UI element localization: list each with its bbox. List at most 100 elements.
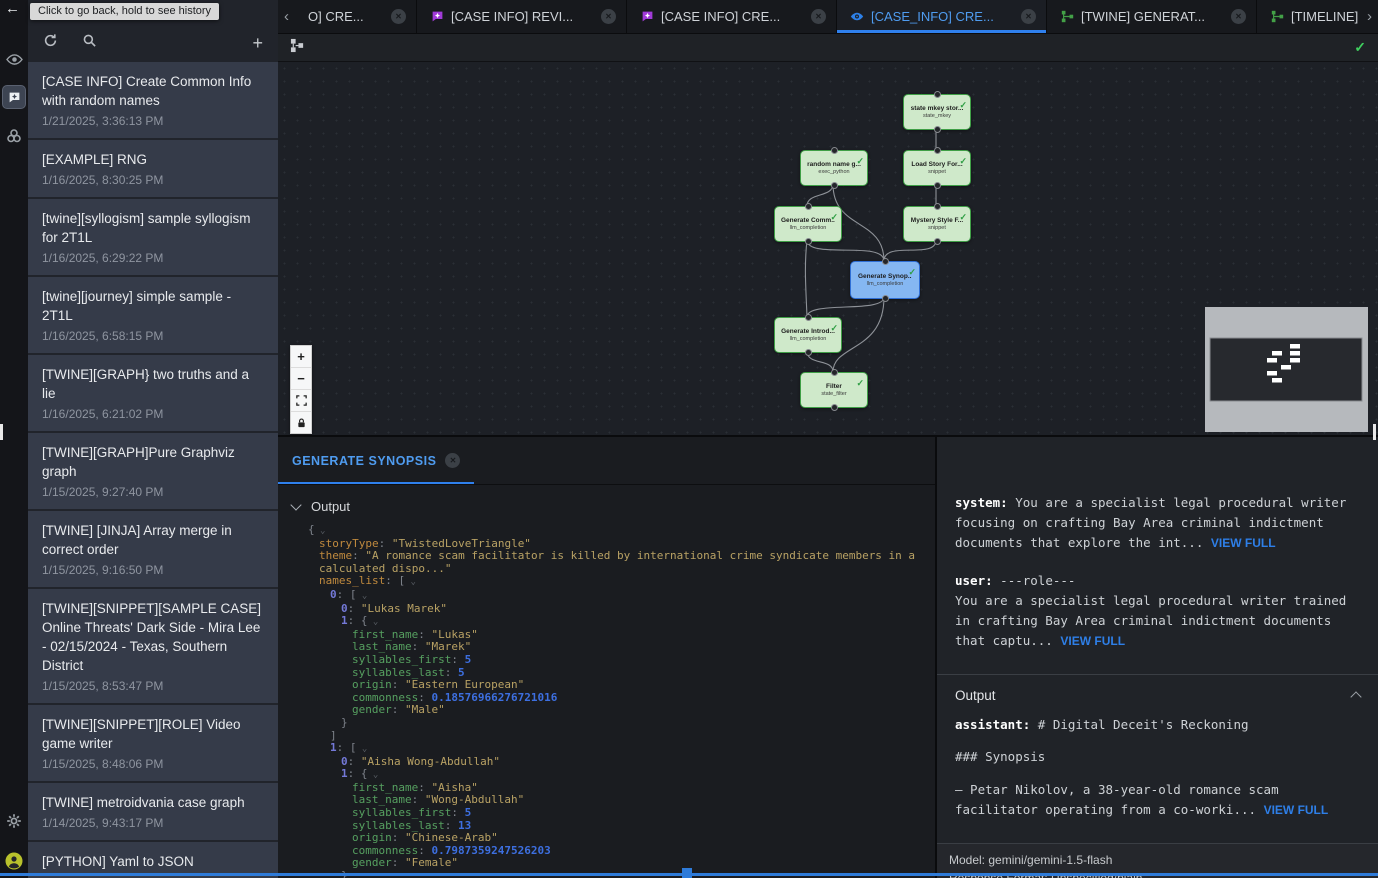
graph-canvas[interactable]: state mkey stor... state_mkey random nam… (278, 62, 1378, 436)
graph-node[interactable]: Generate Synop... llm_completion (850, 261, 920, 299)
output-section-header[interactable]: Output (937, 675, 1378, 713)
eye-icon (6, 53, 23, 66)
graph-node[interactable]: Generate Comm... llm_completion (774, 206, 842, 242)
add-prompt-button[interactable]: + (252, 36, 263, 50)
lock-button[interactable] (291, 412, 311, 433)
graph-node[interactable]: Generate Introd... llm_completion (774, 317, 842, 353)
graph-node[interactable]: Load Story For... snippet (903, 150, 971, 186)
editor-tab[interactable]: [TIMELINE] CASE ... (1257, 0, 1361, 33)
console-tab[interactable]: GENERATE SYNOPSIS (278, 437, 474, 484)
output-section: Output assistant: # Digital Deceit's Rec… (937, 674, 1378, 843)
prompt-list-item[interactable]: [TWINE][GRAPH} two truths and a lie 1/16… (28, 355, 278, 431)
fit-view-icon (296, 395, 307, 406)
branch-icon (1060, 10, 1074, 24)
json-line: theme: "A romance scam facilitator is ki… (278, 550, 935, 575)
pane-resize-mark-left[interactable] (0, 424, 3, 440)
message-role: system: (955, 495, 1008, 510)
tabs-scroll-right-icon[interactable]: › (1361, 0, 1378, 33)
eye-rail-button[interactable] (0, 44, 28, 74)
prompt-list-item[interactable]: [TWINE][SNIPPET][ROLE] Video game writer… (28, 705, 278, 781)
view-full-link[interactable]: VIEW FULL (1211, 536, 1276, 550)
prompt-list-item[interactable]: [TWINE] metroidvania case graph 1/14/202… (28, 783, 278, 840)
prompt-title: [TWINE][GRAPH]Pure Graphviz graph (42, 443, 264, 481)
editor-tab[interactable]: [CASE_INFO] CRE... (837, 0, 1047, 33)
close-icon[interactable] (445, 453, 460, 468)
zoom-in-button[interactable]: + (291, 346, 311, 368)
prompt-title: [CASE INFO] Create Common Info with rand… (42, 72, 264, 110)
zoom-out-button[interactable]: − (291, 368, 311, 390)
json-line: gender: "Female" (278, 857, 935, 870)
prompt-list-item[interactable]: [CASE INFO] Create Common Info with rand… (28, 62, 278, 138)
settings-gear-icon (6, 813, 22, 829)
prompt-list: [CASE INFO] Create Common Info with rand… (28, 62, 278, 878)
close-icon[interactable] (601, 9, 616, 24)
prompt-list-item[interactable]: [TWINE][GRAPH]Pure Graphviz graph 1/15/2… (28, 433, 278, 509)
prompt-title: [twine][syllogism] sample syllogism for … (42, 209, 264, 247)
graph-node[interactable]: random name g... exec_python (800, 150, 868, 186)
assistant-body-line: — Petar Nikolov, a 38-year-old romance s… (955, 780, 1360, 820)
prompt-list-item[interactable]: [TWINE] [JINJA] Array merge in correct o… (28, 511, 278, 587)
refresh-icon[interactable] (43, 33, 58, 53)
prompt-timestamp: 1/16/2025, 6:21:02 PM (42, 407, 264, 422)
app-window: ← (0, 0, 1378, 878)
tab-label: [TWINE] GENERAT... (1081, 9, 1224, 24)
chevron-down-icon (290, 499, 301, 510)
prompt-timestamp: 1/16/2025, 8:30:25 PM (42, 173, 264, 188)
graph-node[interactable]: Mystery Style F... snippet (903, 206, 971, 242)
node-success-check-icon (959, 151, 967, 169)
graph-node[interactable]: Filter state_filter (800, 372, 868, 408)
prompts-icon (2, 85, 26, 109)
flag-icon (640, 10, 654, 24)
left-icon-rail: ← (0, 0, 28, 878)
tab-label: [TIMELINE] CASE ... (1291, 9, 1361, 24)
prompt-list-item[interactable]: [twine][syllogism] sample syllogism for … (28, 199, 278, 275)
editor-tab[interactable]: [TWINE] GENERAT... (1047, 0, 1257, 33)
node-title: Generate Introd... (781, 328, 835, 335)
prompt-list-item[interactable]: [TWINE][SNIPPET][SAMPLE CASE] Online Thr… (28, 589, 278, 703)
console-output-header[interactable]: Output (278, 485, 935, 522)
assistant-output: assistant: # Digital Deceit's Reckoning … (937, 713, 1378, 843)
bottom-resize-handle[interactable] (682, 868, 692, 878)
prompt-title: [PYTHON] Yaml to JSON (42, 852, 264, 871)
tabs-strip: O] CRE... (295, 0, 1361, 33)
prompt-list-item[interactable]: [EXAMPLE] RNG 1/16/2025, 8:30:25 PM (28, 140, 278, 197)
pane-resize-mark-right[interactable] (1373, 424, 1376, 440)
prompt-title: [TWINE][SNIPPET][SAMPLE CASE] Online Thr… (42, 599, 264, 675)
auto-layout-icon[interactable] (290, 38, 305, 58)
close-icon[interactable] (1231, 9, 1246, 24)
editor-tab[interactable]: O] CRE... (295, 0, 417, 33)
close-icon[interactable] (1021, 9, 1036, 24)
json-line: names_list: [ ⌄ (278, 575, 935, 589)
message-role: user: (955, 573, 993, 588)
view-full-link[interactable]: VIEW FULL (1060, 634, 1125, 648)
workflow-rail-button[interactable] (0, 121, 28, 151)
graph-node[interactable]: state mkey stor... state_mkey (903, 94, 971, 130)
prompt-list-item[interactable]: [twine][journey] simple sample - 2T1L 1/… (28, 277, 278, 353)
account-button[interactable] (0, 846, 28, 876)
view-full-link[interactable]: VIEW FULL (1264, 803, 1329, 817)
fit-view-button[interactable] (291, 390, 311, 412)
editor-tab[interactable]: [CASE INFO] REVI... (417, 0, 627, 33)
message-text: You are a specialist legal procedural wr… (955, 495, 1354, 550)
node-type: llm_completion (790, 225, 827, 231)
assistant-role: assistant: (955, 717, 1030, 732)
node-success-check-icon (830, 207, 838, 225)
json-line: 1: [ ⌄ (278, 742, 935, 756)
settings-button[interactable] (0, 806, 28, 836)
search-icon[interactable] (82, 33, 97, 53)
close-icon[interactable] (811, 9, 826, 24)
json-line: 0: "Aisha Wong-Abdullah" (278, 756, 935, 769)
tabs-scroll-left-icon[interactable]: ‹ (278, 0, 295, 33)
json-tree[interactable]: { ⌄storyType: "TwistedLoveTriangle"theme… (278, 522, 935, 878)
prompt-title: [twine][journey] simple sample - 2T1L (42, 287, 264, 325)
message-text: ---role--- You are a specialist legal pr… (955, 573, 1354, 647)
minimap[interactable] (1205, 307, 1368, 436)
node-inspector: system: You are a specialist legal proce… (937, 437, 1378, 878)
prompt-timestamp: 1/21/2025, 3:36:13 PM (42, 114, 264, 129)
back-icon[interactable]: ← (5, 0, 20, 17)
prompts-rail-button[interactable] (0, 82, 28, 112)
editor-tab[interactable]: [CASE INFO] CRE... (627, 0, 837, 33)
output-header-label: Output (955, 688, 996, 703)
prompt-title: [TWINE][SNIPPET][ROLE] Video game writer (42, 715, 264, 753)
close-icon[interactable] (391, 9, 406, 24)
